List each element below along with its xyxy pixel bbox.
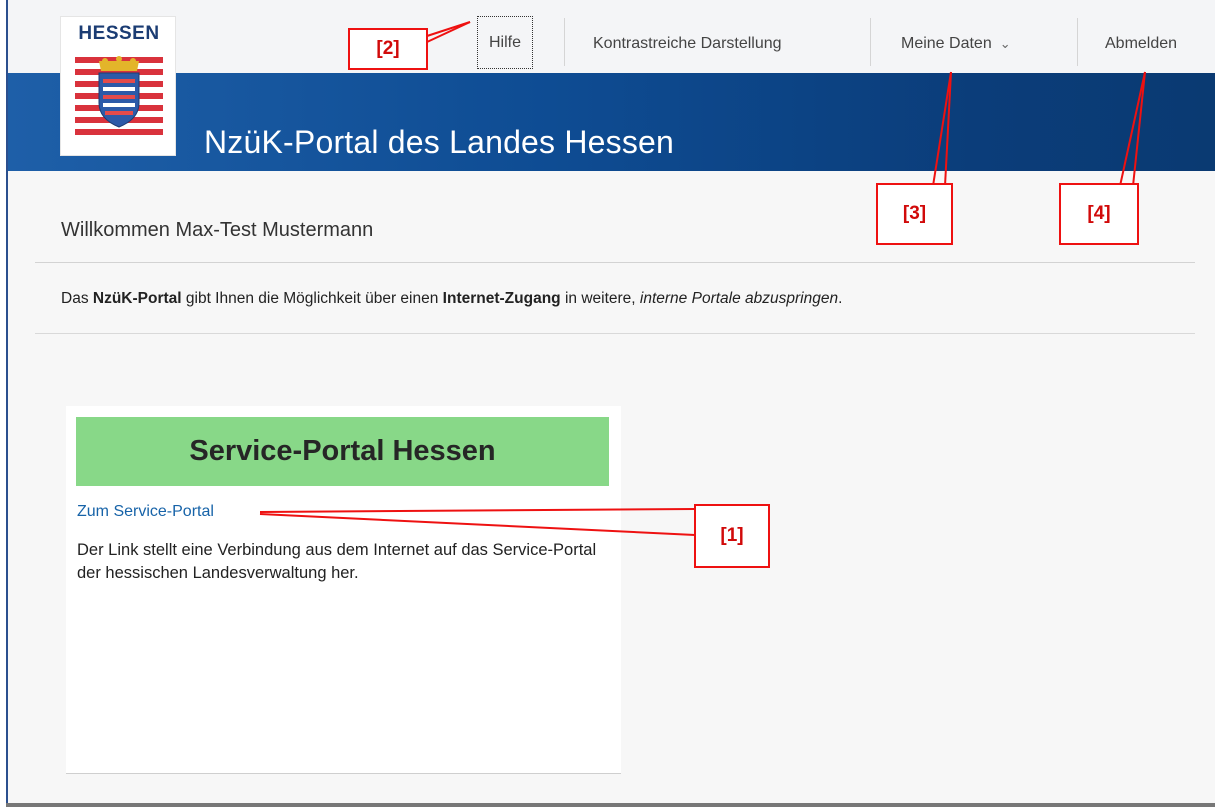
intro-part: Das (61, 290, 93, 307)
callout-3: [3] (876, 183, 953, 245)
divider (35, 333, 1195, 334)
logout-link[interactable]: Abmelden (1105, 0, 1177, 73)
browser-frame: Hilfe Kontrastreiche Darstellung Meine D… (6, 0, 1215, 803)
intro-bold-internet: Internet-Zugang (442, 290, 561, 307)
intro-part: . (838, 290, 843, 307)
help-label: Hilfe (488, 33, 521, 51)
callout-2: [2] (348, 28, 428, 70)
intro-part: in weitere, (560, 290, 640, 307)
help-link[interactable]: Hilfe (477, 16, 533, 69)
portal-title: NzüK-Portal des Landes Hessen (204, 124, 675, 160)
service-portal-link[interactable]: Zum Service-Portal (77, 503, 214, 521)
nav-separator (564, 18, 565, 66)
logout-label: Abmelden (1105, 35, 1178, 52)
high-contrast-link[interactable]: Kontrastreiche Darstellung (593, 0, 782, 73)
intro-italic: interne Portale abzuspringen (639, 290, 839, 307)
high-contrast-label: Kontrastreiche Darstellung (593, 35, 782, 52)
card-title: Service-Portal Hessen (76, 417, 609, 486)
my-data-menu[interactable]: Meine Daten ⌄ (901, 0, 1011, 73)
welcome-heading: Willkommen Max-Test Mustermann (61, 219, 374, 241)
nav-separator (1077, 18, 1078, 66)
intro-text: Das NzüK-Portal gibt Ihnen die Möglichke… (61, 290, 842, 308)
top-navigation-bar: Hilfe Kontrastreiche Darstellung Meine D… (8, 0, 1215, 73)
chevron-down-icon: ⌄ (999, 36, 1011, 51)
card-description: Der Link stellt eine Verbindung aus dem … (77, 541, 597, 582)
hessen-logo[interactable]: HESSEN (60, 16, 176, 156)
callout-1: [1] (694, 504, 770, 568)
intro-part: gibt Ihnen die Möglichkeit über einen (181, 290, 443, 307)
my-data-label: Meine Daten (901, 35, 992, 52)
intro-bold-portal: NzüK-Portal (92, 290, 182, 307)
nav-separator (870, 18, 871, 66)
hessen-coat-of-arms-icon (75, 56, 163, 135)
divider (35, 262, 1195, 263)
service-portal-card: Service-Portal Hessen Zum Service-Portal… (66, 406, 621, 774)
callout-4: [4] (1059, 183, 1139, 245)
